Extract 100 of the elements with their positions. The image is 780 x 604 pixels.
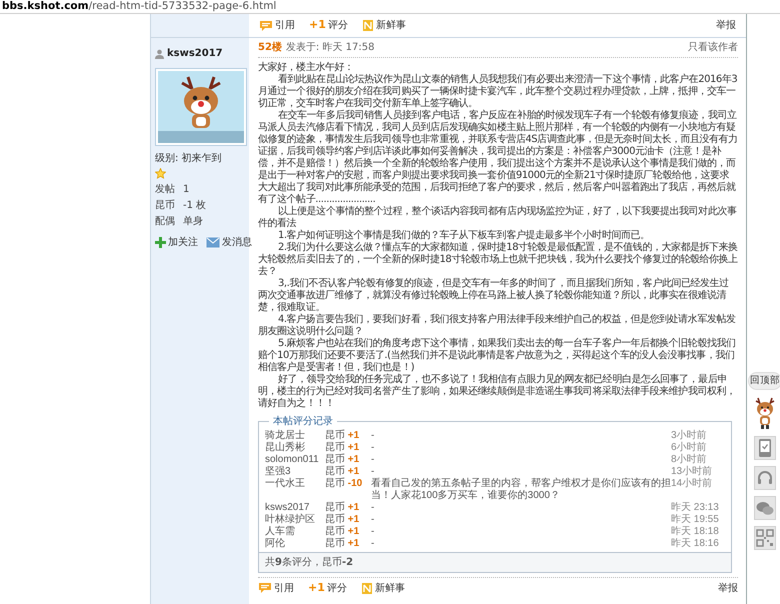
- envelope-icon: [206, 237, 220, 248]
- stat-value: 1: [183, 183, 190, 197]
- currency-label: 昆币: [325, 502, 345, 513]
- rating-summary: 共9条评分，昆币-2: [265, 557, 354, 568]
- action-label: 引用: [275, 19, 295, 33]
- post-paragraph: 3,.我们不否认客户轮毂有修复的痕迹，但是交车有一年多的时间了，而且据我们所知，客户此间已经发生过两次交通事故进厂维修了，就算没有修过轮毂晚上停在马路上被人换了轮毂你能知道？所以，此事实在很难说清楚，很难取证。: [258, 278, 730, 314]
- currency-label: 昆币: [325, 430, 345, 441]
- rating-delta: -10: [348, 478, 362, 489]
- rating-time: 昨天 18:18: [671, 526, 720, 538]
- currency-label: 昆币: [325, 454, 345, 465]
- rating-reason: -: [371, 466, 376, 478]
- rating-delta: +1: [348, 430, 360, 441]
- rating-reason: -: [371, 454, 376, 466]
- qr-button[interactable]: [754, 526, 776, 550]
- user-icon: [155, 48, 164, 58]
- currency-label: 昆币: [325, 538, 345, 549]
- rating-delta: +1: [348, 442, 360, 453]
- message-link[interactable]: 发消息: [206, 235, 252, 250]
- share-link[interactable]: 新鲜事: [362, 18, 406, 33]
- rating-delta: +1: [348, 454, 360, 465]
- rating-time: 13小时前: [671, 466, 714, 478]
- post-paragraph: 看到此贴在昆山论坛热议作为昆山文泰的销售人员我想我们有必要出来澄清一下这个事情，此客户在2016年3月通过一个很好的朋友介绍在我司购买了一辆保时捷卡宴汽车，此车整个交易过程办理贷款，上牌，抵押，交车一切正常，交车时客户在我司交付新车单上签字确认。: [258, 74, 738, 110]
- rater-name[interactable]: 人车需: [265, 526, 325, 538]
- currency-label: 昆币: [325, 514, 345, 525]
- rating-reason: -: [371, 430, 376, 442]
- post-paragraph: 大家好，楼主水午好：: [258, 62, 355, 74]
- rating-time: 昨天 23:13: [671, 502, 720, 514]
- rating-delta: +1: [348, 502, 360, 513]
- plus-one-icon: +1: [309, 17, 326, 34]
- rating-delta: +1: [348, 514, 360, 525]
- currency-label: 昆币: [325, 526, 345, 537]
- follow-link[interactable]: 加关注: [155, 235, 198, 250]
- rating-reason: 看看自己发的第五条帖子里的内容，帮客户维权才是你们应该有的担当！人家花100多万买车，谁要你的3000？: [371, 478, 671, 502]
- report-link[interactable]: 举报: [718, 580, 738, 596]
- back-to-top-button[interactable]: 回顶部: [748, 372, 780, 390]
- report-link[interactable]: 举报: [716, 18, 736, 33]
- currency-label: 昆币: [325, 478, 345, 489]
- rater-name[interactable]: 骑龙居士: [265, 430, 325, 442]
- qr-code-icon: [756, 529, 774, 548]
- action-label: 加关注: [168, 236, 198, 250]
- chat-bubbles-icon: [756, 500, 774, 516]
- action-label: 评分: [328, 19, 348, 33]
- quote-bubble-icon: [258, 582, 272, 594]
- share-link[interactable]: 新鲜事: [360, 580, 405, 596]
- rating-reason: -: [371, 514, 376, 526]
- action-label: 发消息: [222, 236, 252, 250]
- rating-time: 6小时前: [671, 442, 708, 454]
- plus-one-icon: +1: [308, 580, 325, 596]
- rating-time: 14小时前: [671, 478, 714, 491]
- rating-reason: -: [371, 526, 376, 538]
- username[interactable]: ksws2017: [167, 46, 223, 61]
- post-paragraph: 1.客户如何证明这个事情是我们做的？车子从下板车到客户提走最多半个小时时间而已。: [277, 230, 651, 242]
- rater-name[interactable]: 昆山秀彬: [265, 442, 325, 454]
- rate-link[interactable]: +1 评分: [309, 17, 348, 34]
- post-paragraph: 以上便是这个事情的整个过程，整个谈话内容我司都有店内现场监控为证，好了，以下我要提出我司对此次事件的看法: [258, 206, 738, 230]
- rate-link[interactable]: +1 评分: [308, 580, 347, 596]
- rating-time: 3小时前: [671, 430, 708, 442]
- phone-check-icon: [758, 438, 772, 458]
- rater-name[interactable]: 阿伦: [265, 538, 325, 550]
- phone-button[interactable]: [754, 436, 776, 460]
- stat-label: 发帖: [155, 182, 176, 197]
- action-label: 新鲜事: [374, 582, 405, 596]
- post-paragraph: 5.麻烦客户也站在我们的角度考虑下这个事情，如果我们卖出去的每一台车子客户一年后都换个旧轮毂找我们赔个10万那我们还要不要活了.(当然我们并不是说此事情是客户故意为之，买得起这个车的没人会没事找事，我们相信客户是受害者！但，我们也是！): [258, 338, 736, 374]
- stat-value: 单身: [183, 214, 204, 229]
- action-label: 新鲜事: [376, 18, 406, 33]
- rating-time: 8小时前: [671, 454, 708, 466]
- currency-label: 昆币: [325, 466, 345, 477]
- rating-reason: -: [371, 538, 376, 550]
- stat-value: -1 枚: [183, 198, 208, 213]
- rater-name[interactable]: 坚强3: [265, 466, 325, 478]
- rating-delta: +1: [348, 466, 360, 477]
- post-paragraph: 2.我们为什么要这么做？懂点车的大家都知道，保时捷18寸轮毂是最低配置，是不值钱的，大家都是拆下来换大轮毂然后卖旧去了的，一个全新的保时捷18寸轮毂市场上也就千把块钱，我为什么要找个修复过的轮毂给你换上去？: [258, 242, 738, 278]
- post-time: 发表于: 昨天 17:58: [286, 40, 374, 55]
- rating-delta: +1: [348, 538, 360, 549]
- rating-reason: -: [371, 442, 376, 454]
- stat-label: 昆币: [155, 198, 176, 213]
- quote-bubble-icon: [259, 20, 273, 32]
- rater-name[interactable]: 一代水王: [265, 478, 325, 502]
- action-label: 评分: [326, 582, 347, 596]
- action-label: 引用: [274, 582, 294, 596]
- quote-link[interactable]: 引用: [259, 18, 295, 33]
- rater-name[interactable]: solomon011: [265, 454, 325, 466]
- rating-time: 昨天 18:16: [671, 538, 720, 550]
- rating-delta: +1: [348, 526, 360, 537]
- floor-number: 52楼: [258, 40, 282, 55]
- rater-name[interactable]: ksws2017: [265, 502, 325, 514]
- plus-icon: [155, 237, 166, 248]
- currency-label: 昆币: [325, 442, 345, 453]
- star-icon: [155, 168, 166, 179]
- quote-link[interactable]: 引用: [258, 580, 294, 596]
- post-paragraph: 4.客户扬言要告我们，要我们好看，我们很支持客户用法律手段来维护自己的权益，但是您到处请水军发帖发朋友圈这说明什么问题？: [258, 314, 736, 338]
- user-level: 级别: 初来乍到: [155, 152, 223, 166]
- author-only-link[interactable]: 只看该作者: [688, 40, 738, 55]
- stat-label: 配偶: [155, 215, 176, 229]
- post-paragraph: 好了，领导交给我的任务完成了，也不多说了！我相信有点眼力见的网友都已经明白是怎么回事了，最后申明，楼主的行为已经对我司名誉产生了影响，如果还继续颠倒是非造谣生事我司将采取法律手段来维护我司权利，请好自为之！！！: [258, 374, 737, 410]
- headset-button[interactable]: [754, 466, 776, 490]
- rating-time: 昨天 19:55: [671, 514, 720, 526]
- chat-button[interactable]: [754, 496, 776, 520]
- rater-name[interactable]: 叶林绿护区: [265, 514, 325, 526]
- rating-reason: -: [371, 502, 376, 514]
